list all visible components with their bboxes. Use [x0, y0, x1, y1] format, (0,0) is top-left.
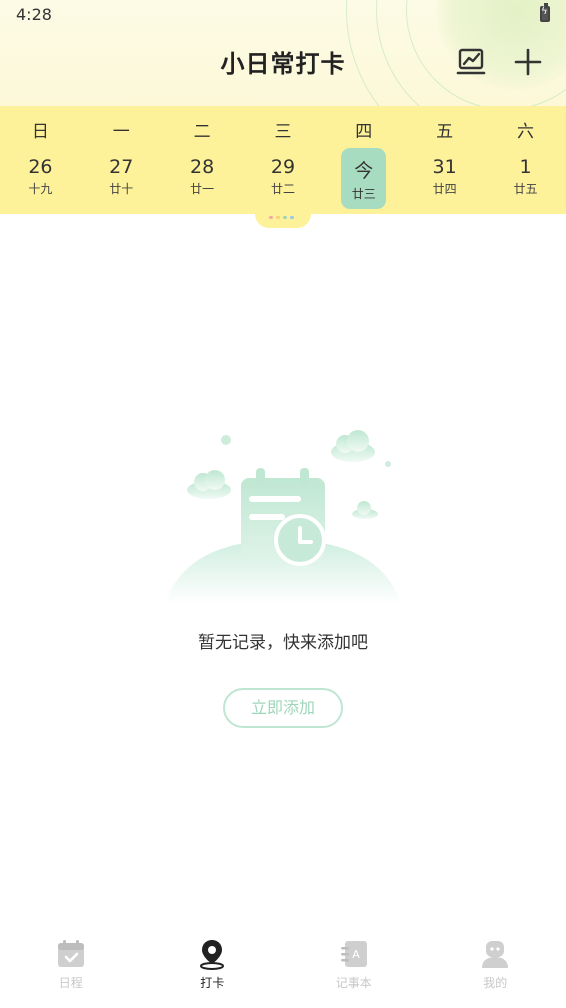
weekday-label: 四 [355, 122, 373, 142]
empty-state-message: 暂无记录，快来添加吧 [198, 633, 368, 653]
lunar-date: 廿十 [109, 182, 134, 196]
tab-label: 记事本 [335, 976, 372, 990]
week-calendar: 日 一 二 三 四 五 六 26 十九 27 廿十 28 廿一 29 廿二 今 … [0, 106, 566, 214]
bottom-tab-bar: 日程 打卡 A 记事本 我的 [0, 930, 566, 1008]
day-cell[interactable]: 27 廿十 [81, 148, 162, 210]
day-number: 26 [28, 156, 53, 178]
status-time: 4:28 [16, 5, 52, 24]
weekday-label: 一 [112, 122, 130, 142]
lunar-date: 廿三 [351, 187, 376, 201]
weekday-label: 五 [436, 122, 454, 142]
add-button[interactable] [510, 44, 546, 80]
lunar-date: 十九 [28, 182, 53, 196]
day-number: 28 [190, 156, 215, 178]
tab-label: 我的 [483, 976, 508, 990]
day-number: 1 [519, 156, 532, 178]
lunar-date: 廿一 [190, 182, 215, 196]
weekday-row: 日 一 二 三 四 五 六 [0, 106, 566, 148]
day-number: 31 [432, 156, 457, 178]
battery-icon [540, 3, 550, 22]
calendar-expand-handle[interactable] [255, 210, 311, 228]
weekday-label: 二 [193, 122, 211, 142]
svg-text:A: A [352, 948, 360, 961]
add-now-button[interactable]: 立即添加 [223, 688, 343, 728]
plus-icon [514, 48, 542, 76]
day-cell[interactable]: 28 廿一 [162, 148, 243, 210]
profile-icon [482, 941, 509, 968]
day-cell[interactable]: 26 十九 [0, 148, 81, 210]
date-row: 26 十九 27 廿十 28 廿一 29 廿二 今 廿三 31 廿四 1 廿五 [0, 148, 566, 210]
tab-label: 打卡 [200, 976, 225, 990]
header: 4:28 小日常打卡 [0, 0, 566, 106]
weekday-label: 日 [31, 122, 49, 142]
location-pin-icon [200, 940, 225, 970]
lunar-date: 廿五 [513, 182, 538, 196]
day-cell[interactable]: 1 廿五 [485, 148, 566, 210]
weekday-label: 六 [516, 122, 534, 142]
chart-icon [456, 48, 486, 75]
handle-dots [269, 216, 294, 219]
calendar-check-icon [57, 940, 84, 967]
day-number: 27 [109, 156, 134, 178]
lunar-date: 廿四 [432, 182, 457, 196]
weekday-label: 三 [274, 122, 292, 142]
day-cell[interactable]: 31 廿四 [404, 148, 485, 210]
notebook-icon: A [340, 941, 367, 967]
day-cell-today[interactable]: 今 廿三 [323, 148, 404, 210]
tab-label: 日程 [58, 976, 83, 990]
empty-calendar-illustration [165, 430, 401, 604]
tab-schedule[interactable]: 日程 [0, 930, 142, 1008]
day-number: 29 [270, 156, 296, 178]
day-cell[interactable]: 29 廿二 [243, 148, 324, 210]
tab-notebook[interactable]: A 记事本 [283, 930, 425, 1008]
stats-button[interactable] [454, 44, 490, 80]
tab-checkin[interactable]: 打卡 [142, 930, 284, 1008]
tab-profile[interactable]: 我的 [425, 930, 566, 1008]
lunar-date: 廿二 [270, 182, 295, 196]
day-number: 今 [354, 160, 374, 182]
